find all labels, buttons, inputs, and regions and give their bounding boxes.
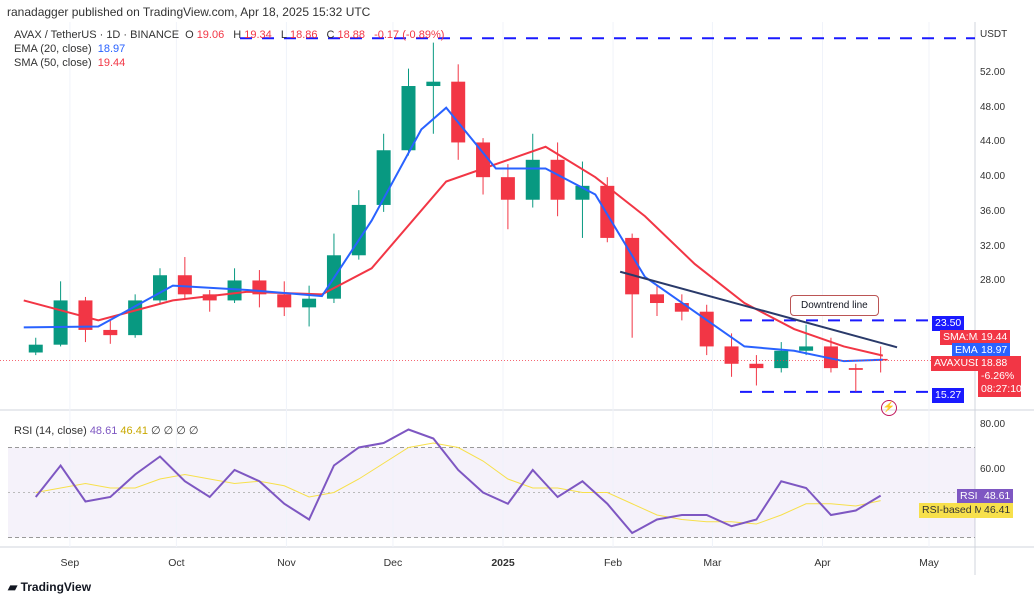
ema-label[interactable]: EMA (20, close) <box>14 43 92 55</box>
time-tick: Sep <box>60 557 80 569</box>
candle-body <box>277 294 292 308</box>
candle-body <box>28 344 43 353</box>
time-tick: 2025 <box>491 557 515 569</box>
rsi-tag-name: RSI <box>957 489 981 504</box>
logo-text: TradingView <box>20 580 92 594</box>
time-tick: Feb <box>604 557 623 569</box>
rsi-tag-value: 48.61 <box>981 489 1014 504</box>
close-label: C <box>326 29 335 41</box>
support-tag: 15.27 <box>932 388 965 403</box>
rsi-label[interactable]: RSI (14, close) <box>14 425 87 437</box>
time-tick: Mar <box>703 557 722 569</box>
low-label: L <box>280 29 287 41</box>
candle-body <box>724 346 739 364</box>
time-tick: Dec <box>383 557 403 569</box>
candle-body <box>550 159 565 200</box>
rsi-value: 48.61 <box>89 425 118 437</box>
ema20-line <box>23 106 883 363</box>
rsi-extra-values: ∅ ∅ ∅ ∅ <box>151 425 199 437</box>
lightning-icon[interactable]: ⚡ <box>881 400 897 416</box>
candle-body <box>500 177 515 200</box>
price-tick: 52.00 <box>980 67 1006 78</box>
rsi-tick: 80.00 <box>980 419 1006 430</box>
candle-body <box>774 350 789 369</box>
candle-body <box>53 300 68 345</box>
candle-body <box>525 159 540 200</box>
bar-countdown: 08:27:10 <box>981 383 1022 395</box>
price-tick: 40.00 <box>980 171 1006 183</box>
sma50-line <box>23 145 884 357</box>
high-value: 19.34 <box>244 29 272 41</box>
price-tag: 18.88 -6.26% 08:27:10 <box>978 356 1022 397</box>
price-tick: 48.00 <box>980 101 1006 113</box>
resistance-tag: 23.50 <box>932 316 965 331</box>
chart-legend: AVAX / TetherUS · 1D · BINANCE O 19.06 H1… <box>14 28 447 70</box>
candle-body <box>177 275 192 295</box>
price-tick: 36.00 <box>980 205 1006 217</box>
low-value: 18.86 <box>289 29 318 41</box>
candle-body <box>103 329 118 336</box>
sma-value: 19.44 <box>97 57 126 69</box>
candle-body <box>153 275 167 301</box>
downtrend-annotation[interactable]: Downtrend line <box>790 295 879 316</box>
candle-body <box>799 346 814 351</box>
candle-body <box>600 185 615 238</box>
currency-label[interactable]: USDT <box>980 29 1007 40</box>
high-label: H <box>233 29 242 41</box>
open-value: 19.06 <box>196 29 225 41</box>
candle-body <box>401 86 416 151</box>
rsi-ma-value: 46.41 <box>120 425 148 437</box>
sma-label[interactable]: SMA (50, close) <box>14 57 92 69</box>
candle-body <box>302 298 317 308</box>
symbol-title[interactable]: AVAX / TetherUS · 1D · BINANCE <box>14 29 179 41</box>
rsi-legend: RSI (14, close) 48.61 46.41 ∅ ∅ ∅ ∅ <box>14 424 199 437</box>
last-price: 18.88 <box>981 357 1008 369</box>
candle-body <box>848 368 863 370</box>
time-tick: Nov <box>277 557 296 569</box>
price-tick: 32.00 <box>980 240 1006 252</box>
rsi-tick: 60.00 <box>980 464 1006 475</box>
chart-canvas[interactable] <box>0 0 1034 600</box>
candle-body <box>426 81 441 87</box>
time-tick: Oct <box>168 557 185 569</box>
open-label: O <box>185 29 194 41</box>
price-change: -6.26% <box>981 370 1015 382</box>
time-tick: Apr <box>814 557 831 569</box>
candle-body <box>749 363 764 369</box>
change-value: -0.17 (-0.89%) <box>374 29 445 41</box>
publish-info: ranadagger published on TradingView.com,… <box>7 5 371 19</box>
ema-value: 18.97 <box>97 43 126 55</box>
tradingview-logo[interactable]: ▰ TradingView <box>8 580 91 594</box>
candle-body <box>451 81 466 143</box>
rsima-tag-value: 46.41 <box>981 503 1014 518</box>
time-tick: May <box>919 557 939 569</box>
price-tick: 44.00 <box>980 136 1006 148</box>
price-tick: 28.00 <box>980 275 1006 287</box>
close-value: 18.88 <box>337 29 366 41</box>
candle-body <box>650 294 664 304</box>
